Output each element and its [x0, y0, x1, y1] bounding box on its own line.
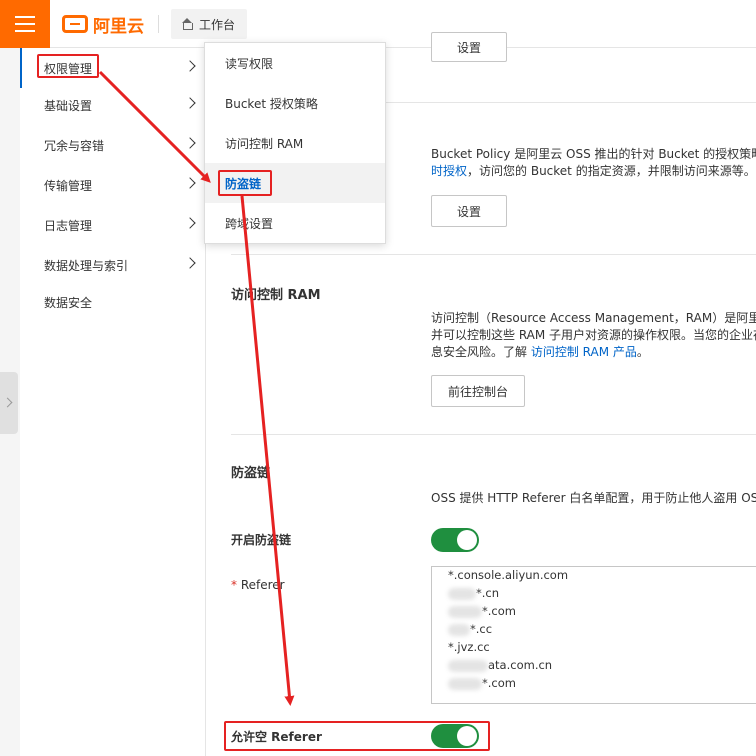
annotation-box-hotlink: [218, 170, 272, 196]
enable-hotlink-label: 开启防盗链: [231, 533, 292, 547]
referer-entry: ata.com.cn: [448, 658, 552, 672]
referer-textarea[interactable]: *.console.aliyun.com *.cn *.com *.cc *.j…: [431, 566, 756, 704]
logo-icon: [62, 15, 88, 33]
temporary-auth-link[interactable]: 时授权: [431, 164, 467, 178]
referer-label-text: Referer: [240, 578, 285, 592]
sidebar-item-redundancy[interactable]: 冗余与容错: [20, 125, 206, 165]
referer-entry: *.jvz.cc: [448, 640, 490, 654]
sidebar-item-data-security[interactable]: 数据安全: [20, 282, 206, 322]
menu-icon[interactable]: [0, 0, 50, 48]
bucket-policy-settings-button[interactable]: 设置: [431, 195, 507, 227]
annotation-box-permission: [37, 54, 99, 78]
read-write-settings-button[interactable]: 设置: [431, 32, 507, 62]
ram-desc-text: 息安全风险。了解: [431, 345, 531, 359]
workbench-label: 工作台: [199, 17, 236, 32]
sidebar: 权限管理 基础设置 冗余与容错 传输管理 日志管理 数据处理与索引 数据安全: [20, 48, 206, 756]
submenu-item-read-write[interactable]: 读写权限: [205, 43, 385, 83]
chevron-right-icon: [184, 60, 196, 72]
sidebar-item-data-processing[interactable]: 数据处理与索引: [20, 245, 206, 285]
bucket-policy-desc-line2: 时授权，访问您的 Bucket 的指定资源，并限制访问来源等。了: [431, 163, 756, 180]
sidebar-item-label: 数据安全: [44, 295, 93, 310]
enable-hotlink-switch[interactable]: [431, 528, 479, 552]
ram-section-title: 访问控制 RAM: [231, 288, 321, 303]
blurred-text: [448, 587, 476, 600]
expand-sidebar-icon[interactable]: [0, 372, 18, 434]
sidebar-item-label: 日志管理: [44, 218, 93, 233]
top-bar: 阿里云 工作台: [0, 0, 756, 48]
sidebar-item-label: 冗余与容错: [44, 138, 105, 153]
ram-desc-line3: 息安全风险。了解 访问控制 RAM 产品。: [431, 344, 649, 361]
submenu-item-bucket-policy[interactable]: Bucket 授权策略: [205, 83, 385, 123]
chevron-right-icon: [184, 257, 196, 269]
sidebar-item-logging[interactable]: 日志管理: [20, 205, 206, 245]
ram-desc-text: 。: [636, 345, 649, 359]
sidebar-item-label: 数据处理与索引: [44, 258, 129, 273]
permission-submenu: 读写权限 Bucket 授权策略 访问控制 RAM 防盗链 跨域设置: [204, 42, 386, 244]
referer-entry: *.com: [448, 604, 516, 618]
submenu-item-ram[interactable]: 访问控制 RAM: [205, 123, 385, 163]
blurred-text: [448, 677, 482, 690]
sidebar-item-label: 传输管理: [44, 178, 93, 193]
blurred-text: [448, 623, 470, 636]
annotation-box-allow-empty: [224, 721, 490, 751]
home-icon: [181, 18, 193, 30]
hotlink-section-title: 防盗链: [231, 466, 271, 481]
logo-text: 阿里云: [93, 16, 144, 37]
required-mark: *: [231, 578, 237, 592]
blurred-text: [448, 605, 482, 618]
bucket-policy-desc-line1: Bucket Policy 是阿里云 OSS 推出的针对 Bucket 的授权策…: [431, 147, 756, 161]
chevron-right-icon: [184, 217, 196, 229]
referer-entry: *.cn: [448, 586, 499, 600]
bucket-policy-desc-text: ，访问您的 Bucket 的指定资源，并限制访问来源等。了: [467, 164, 756, 178]
chevron-right-icon: [184, 137, 196, 149]
ram-product-link[interactable]: 访问控制 RAM 产品: [531, 345, 637, 359]
ram-desc-line2: 并可以控制这些 RAM 子用户对资源的操作权限。当您的企业存: [431, 328, 756, 342]
sidebar-item-basic-settings[interactable]: 基础设置: [20, 85, 206, 125]
referer-entry: *.cc: [448, 622, 492, 636]
go-to-console-button[interactable]: 前往控制台: [431, 375, 525, 407]
referer-entry: *.com: [448, 676, 516, 690]
divider: [231, 434, 756, 435]
ram-desc-line1: 访问控制（Resource Access Management，RAM）是阿里云…: [431, 311, 756, 325]
referer-entry: *.console.aliyun.com: [448, 568, 569, 582]
chevron-right-icon: [184, 97, 196, 109]
sidebar-item-label: 基础设置: [44, 98, 93, 113]
workbench-button[interactable]: 工作台: [171, 9, 248, 39]
divider: [158, 15, 159, 33]
chevron-right-icon: [184, 177, 196, 189]
aliyun-logo[interactable]: 阿里云: [62, 13, 144, 37]
submenu-item-cors[interactable]: 跨域设置: [205, 203, 385, 243]
hotlink-desc: OSS 提供 HTTP Referer 白名单配置，用于防止他人盗用 OSS 数: [431, 491, 756, 505]
divider: [231, 254, 756, 255]
referer-label: * Referer: [231, 578, 285, 592]
blurred-text: [448, 659, 488, 672]
sidebar-item-transfer[interactable]: 传输管理: [20, 165, 206, 205]
